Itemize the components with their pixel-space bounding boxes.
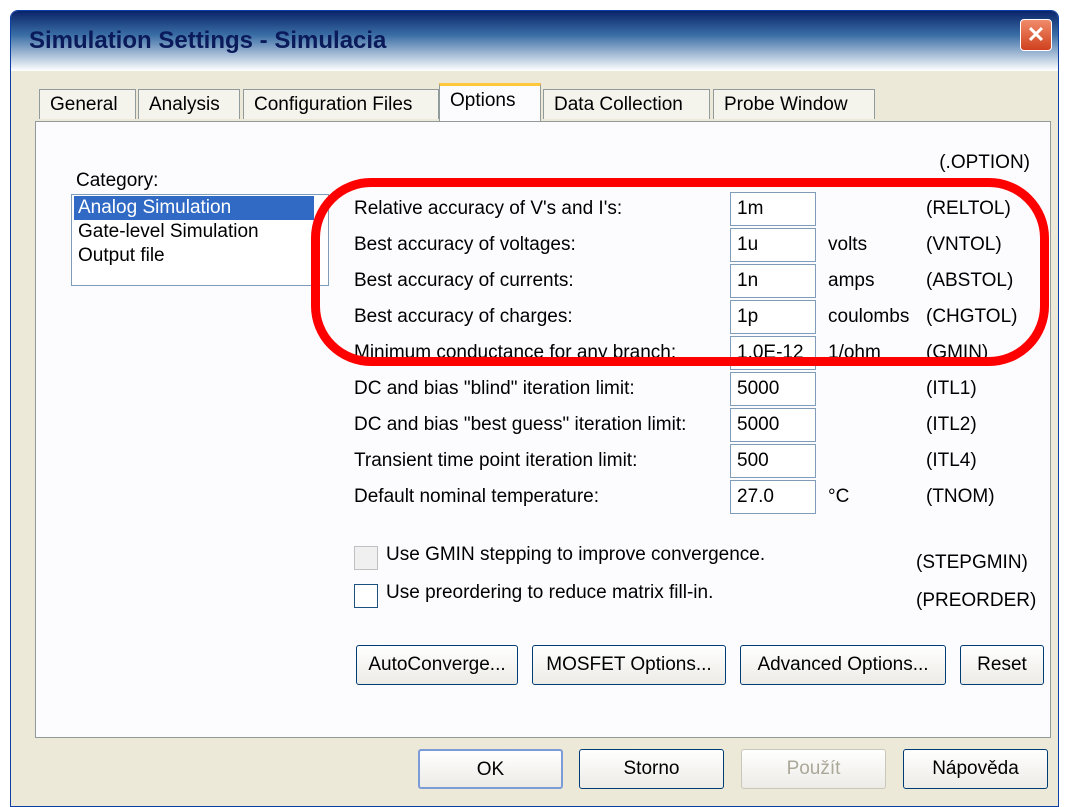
itl4-label: Transient time point iteration limit: — [354, 450, 638, 471]
itl2-key: (ITL2) — [926, 414, 977, 435]
help-button[interactable]: Nápověda — [903, 749, 1048, 789]
abstol-input[interactable]: 1n — [730, 264, 816, 298]
itl1-input[interactable]: 5000 — [730, 372, 816, 406]
tab-analysis[interactable]: Analysis — [138, 89, 240, 119]
window-title: Simulation Settings - Simulacia — [29, 27, 387, 54]
itl1-label: DC and bias "blind" iteration limit: — [354, 378, 635, 399]
mosfet-options-button[interactable]: MOSFET Options... — [532, 645, 726, 685]
chgtol-key: (CHGTOL) — [926, 306, 1018, 327]
itl4-key: (ITL4) — [926, 450, 977, 471]
chgtol-input[interactable]: 1p — [730, 300, 816, 334]
itl2-input[interactable]: 5000 — [730, 408, 816, 442]
preorder-label: Use preordering to reduce matrix fill-in… — [386, 582, 714, 603]
autoconverge-button[interactable]: AutoConverge... — [356, 645, 518, 685]
abstol-label: Best accuracy of currents: — [354, 270, 574, 291]
tnom-input[interactable]: 27.0 — [730, 480, 816, 514]
abstol-unit: amps — [828, 270, 875, 291]
gmin-unit: 1/ohm — [828, 342, 881, 363]
tab-configuration-files[interactable]: Configuration Files — [243, 89, 439, 119]
title-bar[interactable]: Simulation Settings - Simulacia ✕ — [11, 11, 1058, 71]
gmin-key: (GMIN) — [926, 342, 989, 363]
tnom-key: (TNOM) — [926, 486, 995, 507]
reltol-input[interactable]: 1m — [730, 192, 816, 226]
category-item-analog[interactable]: Analog Simulation — [74, 196, 314, 220]
vntol-key: (VNTOL) — [926, 234, 1002, 255]
stepgmin-checkbox[interactable] — [354, 546, 378, 570]
chgtol-unit: coulombs — [828, 306, 910, 327]
category-item-gate-level[interactable]: Gate-level Simulation — [74, 220, 314, 244]
vntol-label: Best accuracy of voltages: — [354, 234, 576, 255]
itl4-input[interactable]: 500 — [730, 444, 816, 478]
abstol-key: (ABSTOL) — [926, 270, 1014, 291]
tab-probe-window[interactable]: Probe Window — [713, 89, 875, 119]
tab-general[interactable]: General — [39, 89, 136, 119]
vntol-input[interactable]: 1u — [730, 228, 816, 262]
close-icon: ✕ — [1026, 22, 1046, 47]
close-button[interactable]: ✕ — [1020, 19, 1052, 51]
reset-button[interactable]: Reset — [960, 645, 1044, 685]
preorder-checkbox[interactable] — [354, 584, 378, 608]
itl2-label: DC and bias "best guess" iteration limit… — [354, 414, 687, 435]
gmin-input[interactable]: 1.0E-12 — [730, 336, 816, 370]
stepgmin-key: (STEPGMIN) — [916, 552, 1028, 573]
tnom-label: Default nominal temperature: — [354, 486, 600, 507]
reltol-label: Relative accuracy of V's and I's: — [354, 198, 623, 219]
category-label: Category: — [76, 170, 159, 191]
preorder-key: (PREORDER) — [916, 590, 1037, 611]
tab-options[interactable]: Options — [439, 83, 541, 121]
cancel-button[interactable]: Storno — [579, 749, 724, 789]
chgtol-label: Best accuracy of charges: — [354, 306, 573, 327]
reltol-key: (RELTOL) — [926, 198, 1011, 219]
advanced-options-button[interactable]: Advanced Options... — [740, 645, 946, 685]
option-header: (.OPTION) — [939, 152, 1030, 173]
vntol-unit: volts — [828, 234, 868, 255]
simulation-settings-dialog: Simulation Settings - Simulacia ✕ Genera… — [10, 10, 1059, 807]
category-list[interactable]: Analog Simulation Gate-level Simulation … — [71, 194, 329, 286]
tnom-unit: °C — [828, 486, 850, 507]
stepgmin-label: Use GMIN stepping to improve convergence… — [386, 544, 766, 565]
ok-button[interactable]: OK — [418, 749, 563, 789]
itl1-key: (ITL1) — [926, 378, 977, 399]
options-panel: Category: Analog Simulation Gate-level S… — [35, 121, 1051, 738]
gmin-label: Minimum conductance for any branch: — [354, 342, 677, 363]
tab-data-collection[interactable]: Data Collection — [543, 89, 710, 119]
category-item-output-file[interactable]: Output file — [74, 244, 314, 268]
apply-button[interactable]: Použít — [741, 749, 886, 789]
